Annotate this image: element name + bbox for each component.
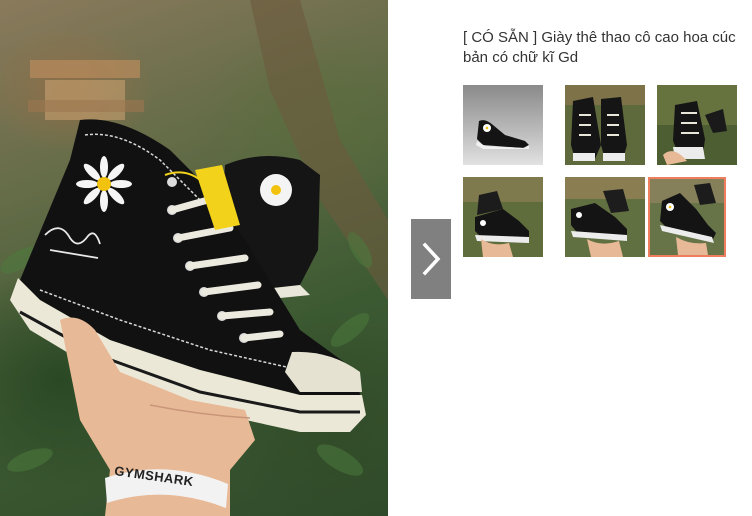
thumbnail-5[interactable] (565, 177, 645, 257)
product-title: [ CÓ SẴN ] Giày thê thao cô cao hoa cúc … (463, 29, 736, 66)
thumbnail-4[interactable] (463, 177, 543, 257)
sneaker-photo-icon (463, 177, 543, 257)
sneaker-photo-icon (0, 0, 388, 516)
sneaker-photo-icon (565, 85, 645, 165)
sneaker-photo-icon (657, 85, 737, 165)
thumbnail-3[interactable] (657, 85, 737, 165)
main-product-image: GYMSHARK (0, 0, 388, 516)
sneaker-photo-icon (650, 179, 724, 255)
thumbnail-6[interactable] (648, 177, 726, 257)
chevron-right-icon (422, 242, 441, 276)
next-image-button[interactable] (411, 219, 451, 299)
sneaker-photo-icon (463, 85, 543, 165)
thumbnail-1[interactable] (463, 85, 543, 165)
sneaker-photo-icon (565, 177, 645, 257)
thumbnail-2[interactable] (565, 85, 645, 165)
